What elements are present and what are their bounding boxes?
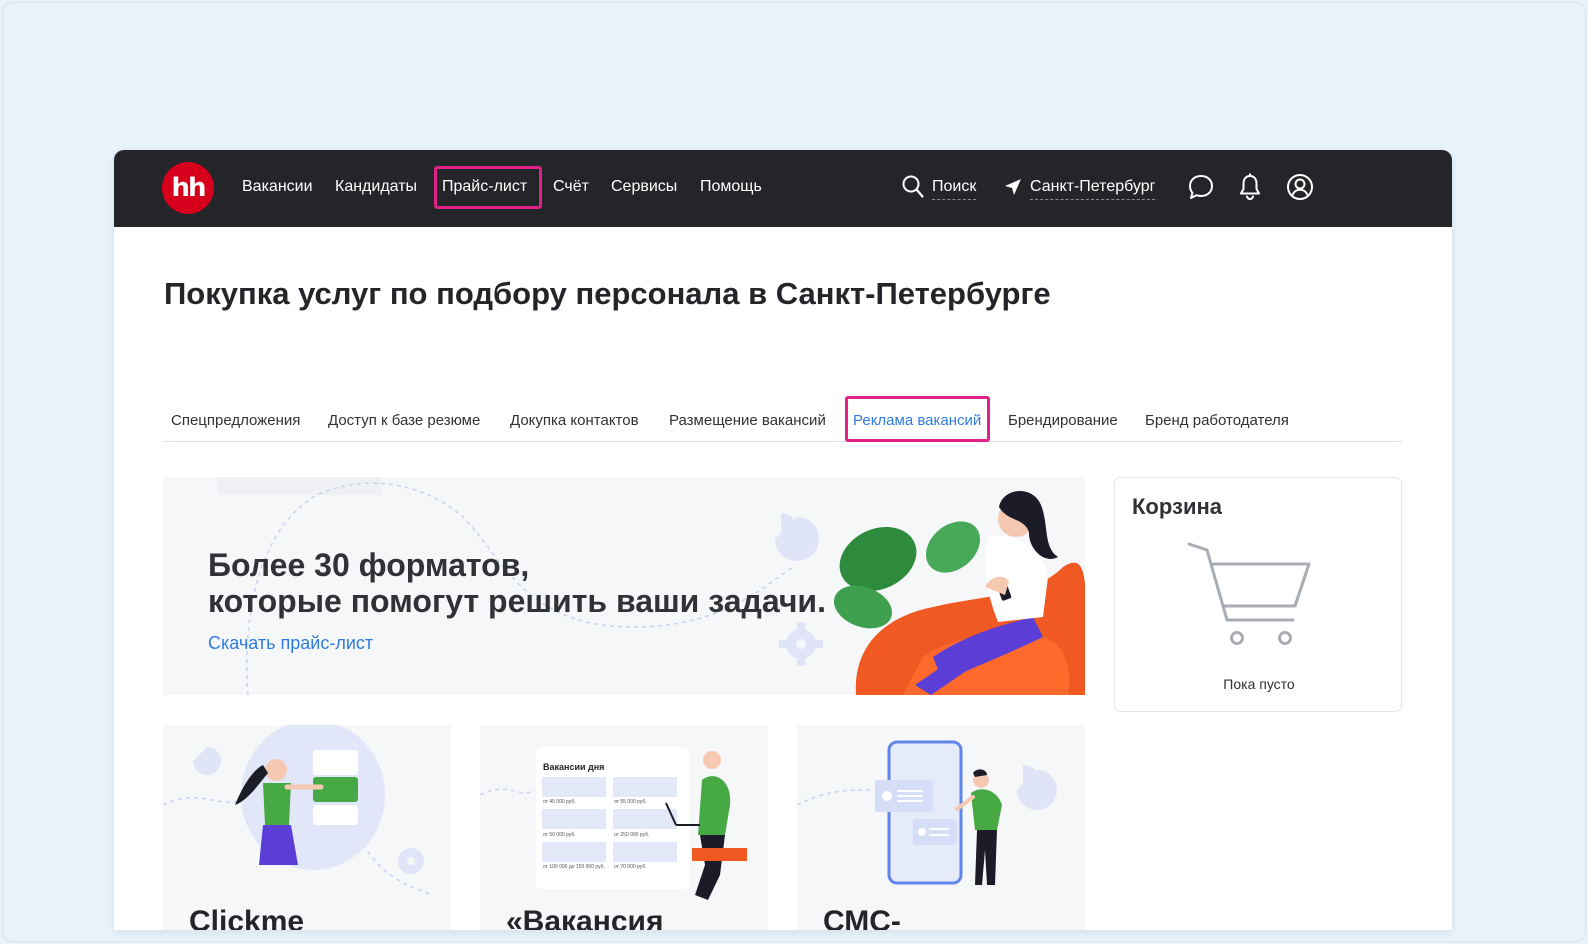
promo-banner: Более 30 форматов, которые помогут решит… (163, 477, 1085, 695)
service-card-sms[interactable]: СМС- (797, 725, 1085, 930)
mock-price: от 70 000 руб. (614, 864, 647, 870)
nav-help[interactable]: Помощь (700, 178, 762, 196)
mock-price: от 250 000 руб. (614, 832, 650, 838)
tab-extra-contacts[interactable]: Докупка контактов (510, 412, 639, 429)
hh-logo[interactable]: hh (162, 162, 214, 214)
location-arrow-icon (1005, 179, 1021, 195)
service-card-vacancy-of-day[interactable]: Вакансии дня от 45 000 руб. от 55 000 ру… (480, 725, 768, 930)
cart-title: Корзина (1132, 494, 1222, 519)
search-icon[interactable] (902, 175, 924, 199)
service-card-clickme[interactable]: Clickme (163, 725, 451, 930)
service-tabs: Спецпредложения Доступ к базе резюме Док… (163, 396, 1402, 442)
city-selector[interactable]: Санкт-Петербург (1030, 178, 1156, 200)
page-title: Покупка услуг по подбору персонала в Сан… (164, 276, 1051, 311)
bell-icon[interactable] (1238, 173, 1262, 201)
banner-title-line-1: Более 30 форматов, (208, 547, 530, 583)
download-price-list-link[interactable]: Скачать прайс-лист (208, 633, 373, 654)
tab-vacancy-posting[interactable]: Размещение вакансий (669, 412, 826, 429)
clickme-illustration (163, 725, 434, 896)
mock-vacancy-widget: Вакансии дня от 45 000 руб. от 55 000 ру… (536, 747, 690, 889)
card-title-vacancy-of-day: «Вакансия (506, 905, 664, 930)
mock-price: от 100 000 до 150 000 руб. (543, 864, 605, 870)
browser-window: hh Вакансии Кандидаты Прайс-лист Счёт Се… (114, 150, 1452, 930)
mock-price: от 50 000 руб. (543, 832, 576, 838)
cart-empty-text: Пока пусто (1223, 676, 1295, 692)
card-title-clickme: Clickme (189, 905, 305, 930)
search-link[interactable]: Поиск (932, 178, 977, 200)
card-title-sms: СМС- (823, 905, 901, 930)
price-list-highlight-frame (434, 166, 542, 209)
top-navigation-bar: hh Вакансии Кандидаты Прайс-лист Счёт Се… (114, 150, 1452, 227)
nav-vacancies[interactable]: Вакансии (242, 178, 313, 196)
banner-title: Более 30 форматов, которые помогут решит… (208, 547, 826, 619)
mock-price: от 55 000 руб. (614, 799, 647, 805)
shopping-cart-icon (1187, 542, 1311, 645)
mock-price: от 45 000 руб. (543, 799, 576, 805)
tab-resume-database[interactable]: Доступ к базе резюме (328, 412, 480, 429)
mock-widget-title: Вакансии дня (543, 762, 605, 772)
cart-panel: Корзина Пока пусто (1114, 477, 1402, 712)
nav-candidates[interactable]: Кандидаты (335, 178, 417, 196)
banner-title-line-2: которые помогут решить ваши задачи. (208, 583, 826, 619)
user-profile-icon[interactable] (1286, 173, 1314, 201)
sms-illustration (797, 740, 1057, 885)
tab-branding[interactable]: Брендирование (1008, 412, 1118, 429)
chat-icon[interactable] (1188, 174, 1214, 200)
nav-services[interactable]: Сервисы (611, 178, 677, 196)
tab-employer-brand[interactable]: Бренд работодателя (1145, 412, 1289, 429)
tab-special-offers[interactable]: Спецпредложения (171, 412, 300, 429)
nav-account[interactable]: Счёт (553, 178, 589, 196)
active-tab-highlight-frame (845, 396, 990, 442)
